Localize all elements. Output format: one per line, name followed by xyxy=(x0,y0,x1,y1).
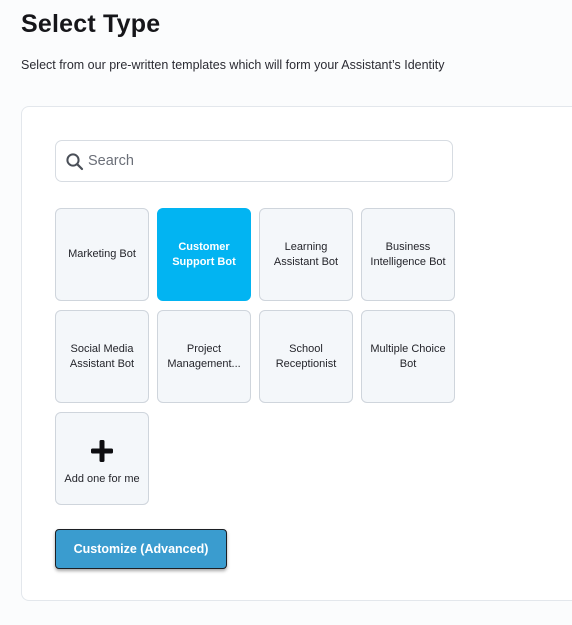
template-label: Marketing Bot xyxy=(68,248,136,260)
template-customer-support-bot[interactable]: Customer Support Bot xyxy=(157,208,251,301)
plus-icon xyxy=(91,439,113,462)
add-template-tile[interactable]: Add one for me xyxy=(55,412,149,505)
search-box[interactable] xyxy=(55,140,453,182)
template-business-intelligence-bot[interactable]: Business Intelligence Bot xyxy=(361,208,455,301)
template-school-receptionist[interactable]: School Receptionist xyxy=(259,310,353,403)
page-title: Select Type xyxy=(21,10,161,38)
template-project-management[interactable]: Project Management... xyxy=(157,310,251,403)
template-label: School Receptionist xyxy=(275,342,337,370)
customize-advanced-button[interactable]: Customize (Advanced) xyxy=(55,529,227,569)
template-label: Business Intelligence Bot xyxy=(370,240,446,268)
template-multiple-choice-bot[interactable]: Multiple Choice Bot xyxy=(361,310,455,403)
template-label: Multiple Choice Bot xyxy=(370,342,446,370)
template-panel: Marketing Bot Customer Support Bot Learn… xyxy=(21,106,572,601)
add-template-label: Add one for me xyxy=(64,472,140,485)
template-social-media-assistant-bot[interactable]: Social Media Assistant Bot xyxy=(55,310,149,403)
page-subtitle: Select from our pre-written templates wh… xyxy=(21,58,445,72)
template-label: Learning Assistant Bot xyxy=(273,240,339,268)
template-label: Social Media Assistant Bot xyxy=(69,342,135,370)
search-icon xyxy=(66,153,84,171)
template-label: Project Management... xyxy=(167,342,241,370)
template-label: Customer Support Bot xyxy=(172,240,236,268)
template-learning-assistant-bot[interactable]: Learning Assistant Bot xyxy=(259,208,353,301)
template-marketing-bot[interactable]: Marketing Bot xyxy=(55,208,149,301)
search-input[interactable] xyxy=(88,142,443,180)
